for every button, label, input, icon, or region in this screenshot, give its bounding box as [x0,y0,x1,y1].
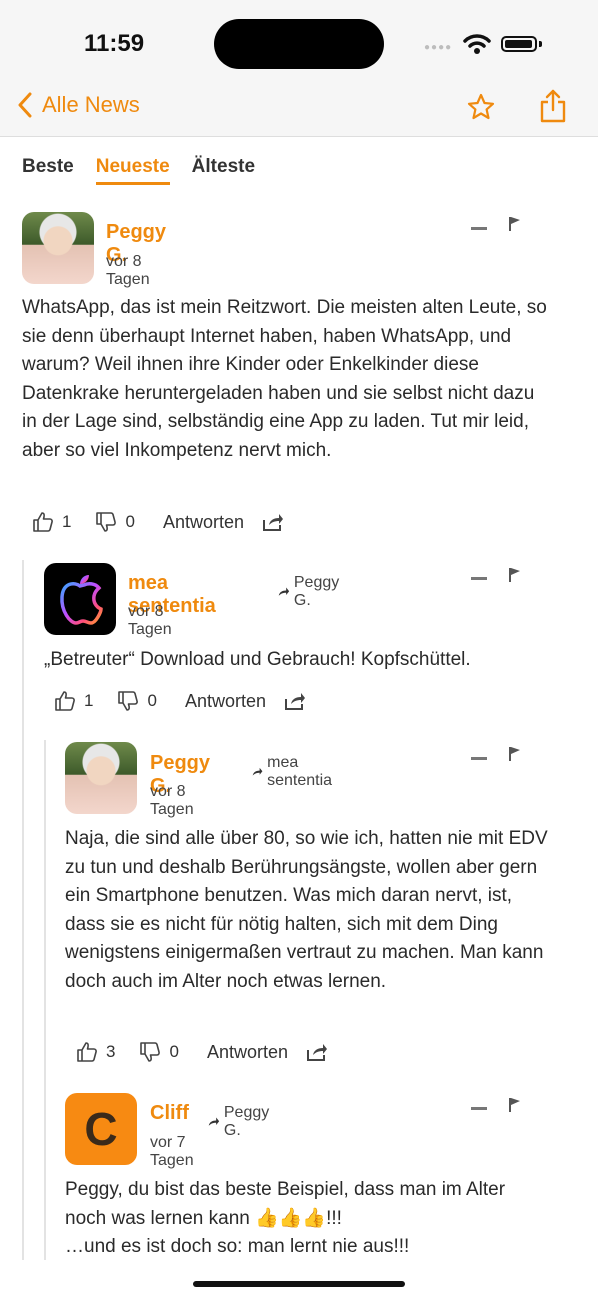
thumbs-up-icon [33,512,53,532]
comment-actions: 1 0 Antworten [32,511,284,533]
home-indicator [193,1281,405,1287]
dislike-button[interactable]: 0 [95,511,135,533]
reply-to-name: mea sententia [267,754,333,789]
thumbs-up-icon [77,1042,97,1062]
comment-text: Naja, die sind alle über 80, so wie ich,… [65,828,548,992]
comment-time: vor 7 Tagen [150,1134,194,1169]
thread-line-level-2 [44,740,46,1260]
reply-to[interactable]: Peggy G. [278,574,343,610]
tab-aelteste[interactable]: Älteste [192,156,255,185]
comment-text: Peggy, du bist das beste Beispiel, dass … [65,1176,565,1262]
navigation-bar: Alle News [0,88,598,137]
chevron-left-icon [18,92,32,118]
reply-to[interactable]: Peggy G. [208,1104,273,1140]
comment-actions: 3 0 Antworten [76,1041,328,1063]
reply-to[interactable]: mea sententia [252,754,337,790]
flag-icon[interactable] [508,746,522,762]
reply-button[interactable]: Antworten [185,691,266,712]
reply-arrow-icon [278,587,290,596]
dislike-count: 0 [169,1042,179,1061]
collapse-icon[interactable] [471,577,487,580]
comment-author[interactable]: Cliff [150,1102,189,1125]
dislike-button[interactable]: 0 [139,1041,179,1063]
thumbs-down-icon [140,1042,161,1062]
tab-beste[interactable]: Beste [22,156,74,185]
collapse-icon[interactable] [471,227,487,230]
dislike-button[interactable]: 0 [117,690,157,712]
like-count: 1 [84,691,94,710]
like-count: 3 [106,1042,116,1061]
reply-arrow-icon [208,1117,220,1126]
collapse-icon[interactable] [471,757,487,760]
wifi-icon [463,34,491,54]
dynamic-island [214,19,384,69]
reply-button[interactable]: Antworten [163,512,244,533]
apple-logo-icon [60,575,103,625]
reply-to-name: Peggy G. [293,574,340,609]
status-bar: 11:59 ●●●● [0,0,598,88]
comment-text-line: …und es ist doch so: man lernt nie aus!!… [65,1236,410,1257]
collapse-icon[interactable] [471,1107,487,1110]
status-time: 11:59 [84,30,145,57]
thumbs-down-icon [118,691,139,711]
avatar[interactable] [65,742,137,814]
favorite-button[interactable] [466,92,496,127]
flag-icon[interactable] [508,216,522,232]
share-button[interactable] [538,88,568,129]
share-icon [540,89,566,123]
like-count: 1 [62,512,72,531]
share-comment-icon[interactable] [306,1042,328,1062]
comment-text: „Betreuter“ Download und Gebrauch! Kopfs… [44,649,471,670]
comment-time: vor 8 Tagen [106,253,150,288]
dislike-count: 0 [125,512,135,531]
flag-icon[interactable] [508,567,522,583]
dislike-count: 0 [147,691,157,710]
reply-to-name: Peggy G. [223,1104,270,1139]
thumbs-up-icon [55,691,75,711]
battery-cap [539,41,542,47]
share-comment-icon[interactable] [262,512,284,532]
comment-text-line: noch was lernen kann 👍👍👍!!! [65,1207,342,1229]
back-button[interactable]: Alle News [18,92,140,118]
avatar[interactable]: C [65,1093,137,1165]
reply-arrow-icon [252,767,263,776]
tab-neueste[interactable]: Neueste [95,156,170,185]
like-button[interactable]: 1 [32,511,71,533]
share-comment-icon[interactable] [284,691,306,711]
reply-button[interactable]: Antworten [207,1042,288,1063]
sort-tabs: Beste Neueste Älteste [22,156,255,185]
star-icon [467,93,495,120]
like-button[interactable]: 3 [76,1041,115,1063]
back-label: Alle News [42,92,140,117]
avatar[interactable] [44,563,116,635]
comment-text: WhatsApp, das ist mein Reitzwort. Die me… [22,297,547,461]
battery-icon [501,36,537,52]
thumbs-down-icon [96,512,117,532]
cellular-signal-icon: ●●●● [424,42,453,53]
comment-actions: 1 0 Antworten [54,690,306,712]
like-button[interactable]: 1 [54,690,93,712]
comment-time: vor 8 Tagen [128,603,172,638]
thread-line-level-1 [22,560,24,1260]
flag-icon[interactable] [508,1097,522,1113]
comment-text-line: Peggy, du bist das beste Beispiel, dass … [65,1179,506,1200]
comment-time: vor 8 Tagen [150,783,194,818]
avatar[interactable] [22,212,94,284]
